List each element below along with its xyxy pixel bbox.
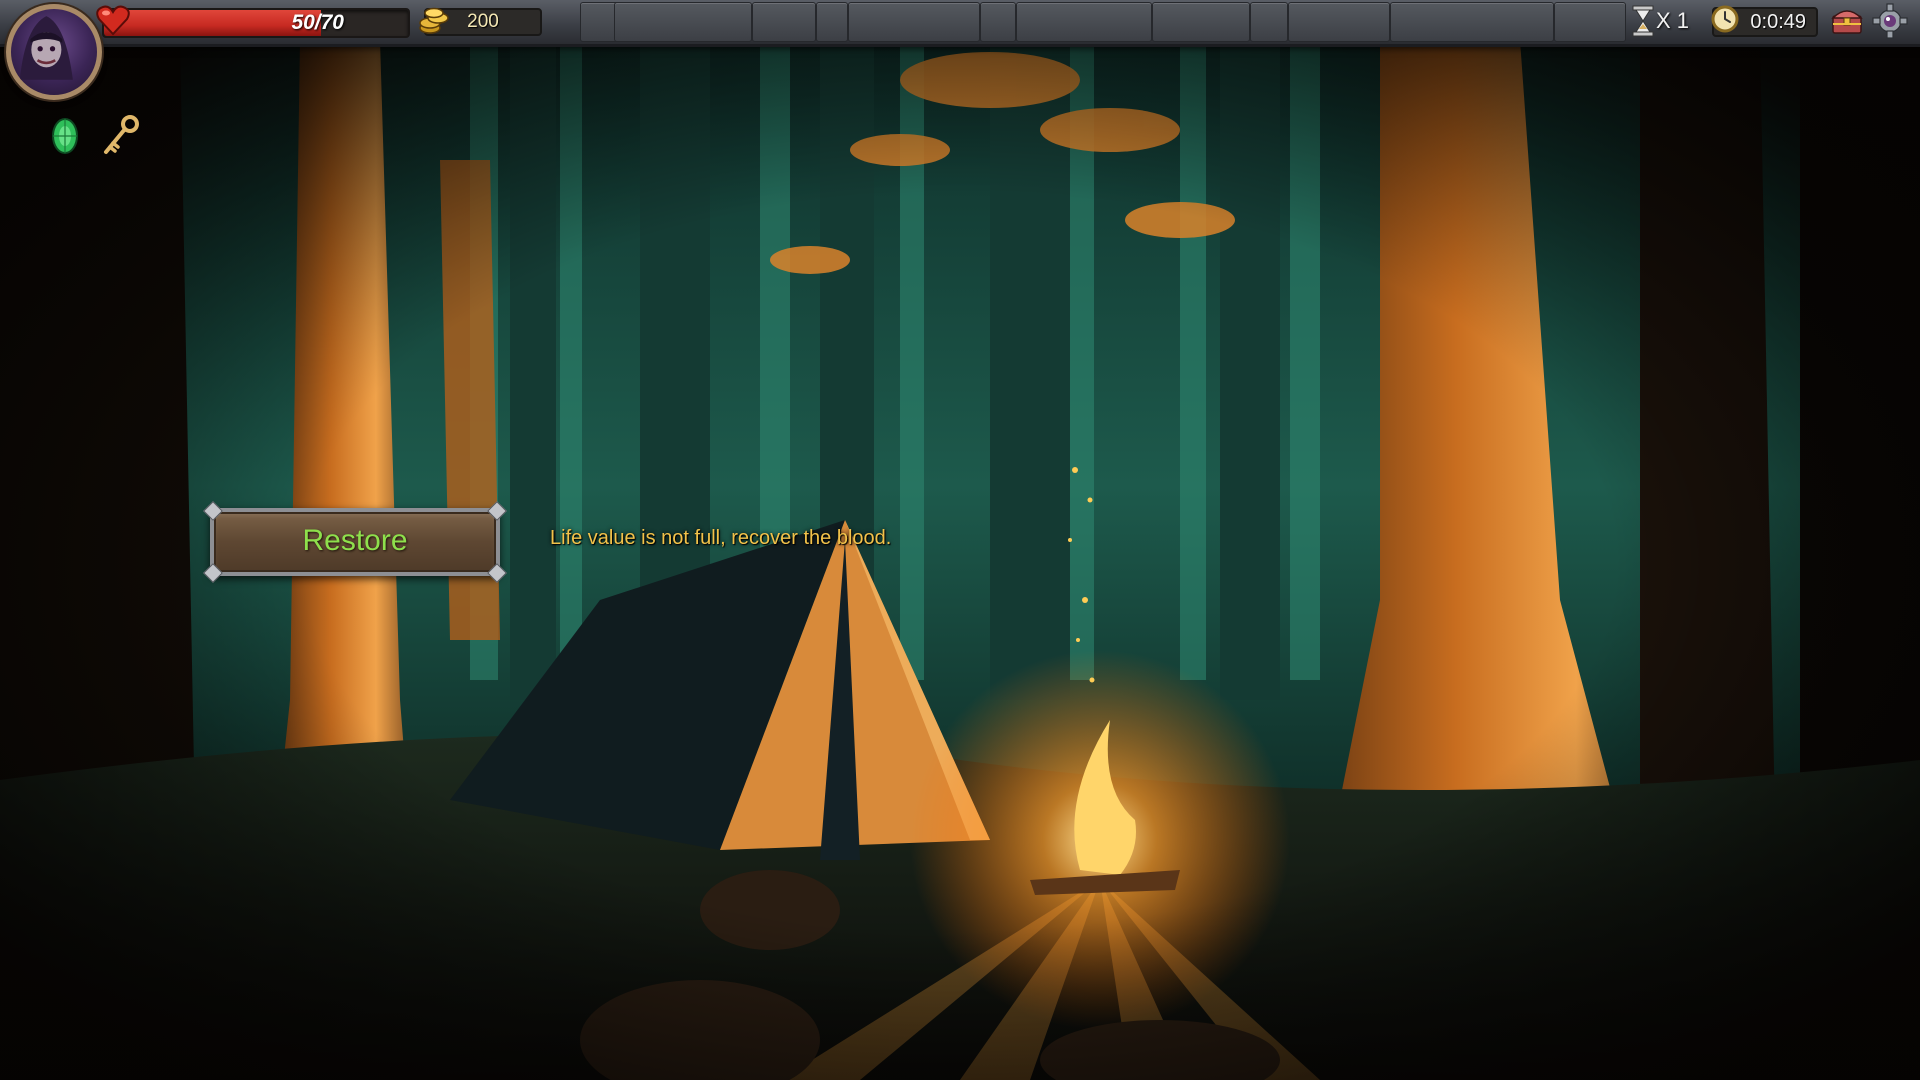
health-bar: 50/70 bbox=[102, 8, 410, 38]
hooded-avatar-icon bbox=[19, 16, 73, 80]
gear-icon[interactable] bbox=[1872, 3, 1908, 39]
stone-block bbox=[1288, 2, 1390, 42]
gold-coins-icon bbox=[419, 7, 449, 34]
player-portrait[interactable] bbox=[6, 4, 102, 100]
hourglass-icon[interactable] bbox=[1630, 4, 1656, 38]
restore-hint-message: Life value is not full, recover the bloo… bbox=[550, 527, 892, 549]
stone-block bbox=[614, 2, 752, 42]
clock-icon bbox=[1711, 5, 1739, 33]
stone-block bbox=[848, 2, 980, 42]
heart-icon bbox=[96, 5, 130, 36]
stone-block bbox=[752, 2, 816, 42]
stone-block bbox=[1250, 2, 1288, 42]
stone-block bbox=[980, 2, 1016, 42]
restore-button-label: Restore bbox=[302, 524, 408, 557]
health-value: 50/70 bbox=[291, 11, 344, 34]
stone-block bbox=[1390, 2, 1554, 42]
restore-button[interactable]: Restore bbox=[203, 501, 507, 583]
treasure-chest-icon[interactable] bbox=[1830, 4, 1864, 36]
timer-value: 0:0:49 bbox=[1750, 11, 1806, 33]
key-icon[interactable] bbox=[100, 114, 140, 158]
stone-block bbox=[816, 2, 848, 42]
green-gem-icon[interactable] bbox=[50, 116, 80, 156]
stone-block bbox=[1152, 2, 1250, 42]
stone-block bbox=[1554, 2, 1626, 42]
game-speed-value[interactable]: X 1 bbox=[1656, 6, 1689, 36]
stone-block bbox=[1016, 2, 1152, 42]
